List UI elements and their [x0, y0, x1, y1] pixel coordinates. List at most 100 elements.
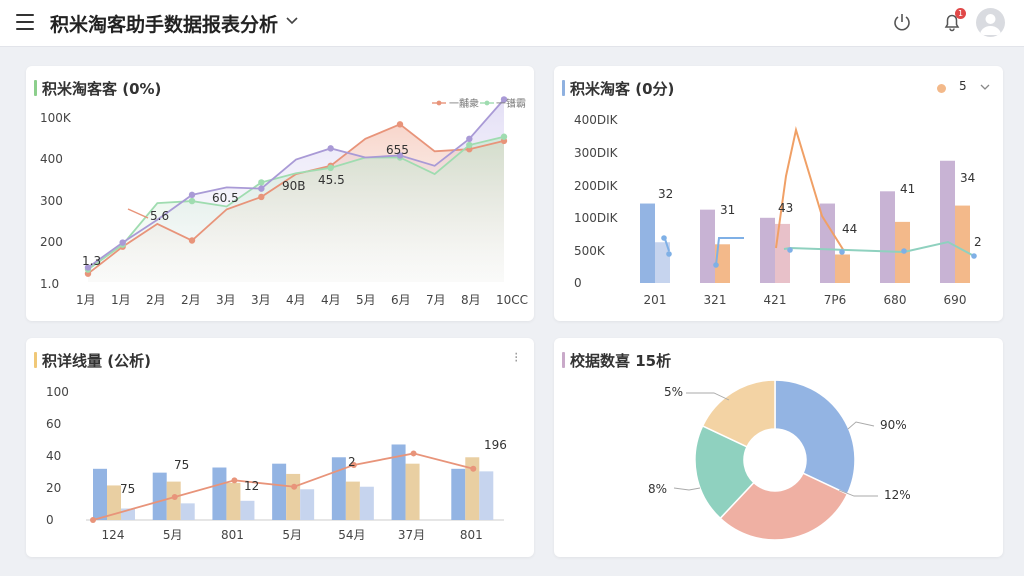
y-tick-label: 60 — [46, 417, 61, 431]
x-tick-label: 54月 — [338, 528, 365, 542]
x-tick-label: 201 — [644, 293, 667, 307]
x-tick-label: 690 — [944, 293, 967, 307]
x-tick-label: 801 — [221, 528, 244, 542]
chart-card-3: 积详线量 (公析) ⁝ 100 60 40 20 0 124 5月 801 5月 54月 37月 80… — [26, 338, 534, 557]
bar — [331, 457, 346, 520]
x-tick-label: 5月 — [282, 528, 302, 542]
bar — [212, 467, 227, 520]
data-point — [396, 121, 404, 128]
top-bar: 积米淘客助手数据报表分析 1 — [0, 0, 1024, 47]
data-point — [787, 247, 793, 253]
bar — [300, 489, 315, 520]
y-tick-label: 1.0 — [40, 277, 59, 291]
data-point — [258, 185, 265, 192]
data-point — [188, 237, 196, 244]
data-point — [971, 253, 977, 259]
data-point — [661, 235, 667, 241]
donut-chart: 90% 12% 8% 5% — [648, 379, 911, 541]
y-tick-label: 300 — [40, 194, 63, 208]
x-tick-label: 2月 — [146, 293, 166, 307]
data-point — [410, 450, 417, 457]
data-label: 655 — [386, 143, 409, 157]
power-icon[interactable] — [892, 12, 912, 32]
data-point — [666, 251, 672, 257]
slice-label: 12% — [884, 488, 911, 502]
y-tick-label: 500K — [574, 244, 606, 258]
grouped-bar-chart: 100 60 40 20 0 124 5月 801 5月 54月 37月 801 75 75 12 2 196 — [46, 385, 507, 542]
y-tick-label: 40 — [46, 449, 61, 463]
data-point — [258, 179, 265, 186]
bar — [880, 191, 895, 283]
x-tick-label: 37月 — [398, 528, 425, 542]
bar — [700, 209, 715, 283]
bar — [286, 473, 301, 520]
chart-card-4: 校据数喜 15析 90% 12% 8% 5% — [554, 338, 1003, 557]
data-point — [188, 191, 196, 199]
legend-label: 一镨霸 — [496, 97, 526, 110]
bar — [835, 254, 850, 283]
data-label: 1.3 — [82, 254, 101, 268]
y-tick-label: 20 — [46, 481, 61, 495]
bar-line-chart: 400DIK 300DIK 200DIK 100DIK 500K 0 201 321 421 7P… — [574, 113, 982, 307]
y-tick-label: 0 — [574, 276, 582, 290]
x-tick-label: 7P6 — [824, 293, 847, 307]
x-tick-label: 421 — [764, 293, 787, 307]
data-point — [713, 262, 719, 268]
menu-icon[interactable] — [16, 14, 34, 30]
data-label: 32 — [658, 187, 673, 201]
bar — [940, 160, 955, 283]
x-tick-label: 8月 — [461, 293, 481, 307]
bar — [272, 463, 287, 520]
slice-label: 90% — [880, 418, 907, 432]
chevron-down-icon[interactable] — [286, 17, 298, 25]
data-label: 5.6 — [150, 209, 169, 223]
data-point — [231, 477, 238, 484]
data-point — [171, 493, 178, 500]
x-tick-label: 801 — [460, 528, 483, 542]
data-point — [901, 248, 907, 254]
data-point — [500, 133, 508, 140]
donut-slice — [774, 379, 856, 496]
data-label: 12 — [244, 479, 259, 493]
data-point — [327, 145, 334, 152]
bar — [405, 463, 420, 520]
bar — [166, 481, 181, 520]
data-point — [258, 193, 265, 201]
y-tick-label: 300DIK — [574, 146, 619, 160]
bar — [479, 471, 494, 520]
x-tick-label: 1月 — [76, 293, 96, 307]
x-tick-label: 124 — [102, 528, 125, 542]
data-label: 75 — [120, 482, 135, 496]
y-tick-label: 400 — [40, 152, 63, 166]
data-label: 41 — [900, 182, 915, 196]
leader-line — [847, 421, 875, 430]
data-point — [327, 164, 334, 172]
x-tick-label: 1月 — [111, 293, 131, 307]
y-tick-label: 100DIK — [574, 211, 619, 225]
legend-marker — [484, 100, 490, 106]
x-tick-label: 321 — [704, 293, 727, 307]
data-label: 44 — [842, 222, 857, 236]
bar — [226, 482, 241, 520]
x-tick-label: 4月 — [286, 293, 306, 307]
notification-badge: 1 — [955, 8, 966, 19]
chart-card-2: 积米淘客 (0分) 5 400DIK 300DIK 200DIK 100DIK 500K… — [554, 66, 1003, 321]
user-avatar-icon[interactable] — [976, 8, 1005, 37]
data-point — [188, 197, 196, 205]
y-tick-label: 100K — [40, 111, 72, 125]
x-tick-label: 6月 — [391, 293, 411, 307]
y-tick-label: 100 — [46, 385, 69, 399]
data-point — [119, 239, 126, 246]
x-tick-label: 10CC — [496, 293, 528, 307]
x-tick-label: 5月 — [163, 528, 183, 542]
data-point — [466, 141, 473, 149]
bar — [152, 472, 167, 520]
y-tick-label: 200 — [40, 235, 63, 249]
data-point — [90, 517, 96, 523]
x-tick-label: 3月 — [216, 293, 236, 307]
bar — [760, 217, 775, 283]
legend-label: 一黼衆 — [449, 97, 479, 110]
bar — [180, 503, 195, 520]
y-tick-label: 0 — [46, 513, 54, 527]
slice-label: 8% — [648, 482, 667, 496]
